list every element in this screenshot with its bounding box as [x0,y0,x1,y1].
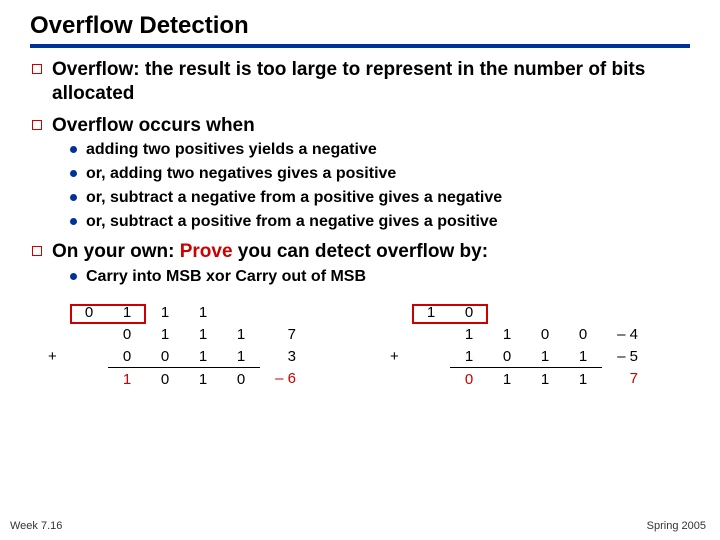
dot-icon [70,170,77,177]
bullet-on-your-own: On your own: Prove you can detect overfl… [30,240,690,264]
carry-bit: 1 [108,302,146,324]
bit: 0 [450,368,488,390]
bit: 1 [488,368,526,390]
sub-bullet: or, subtract a negative from a positive … [30,188,690,209]
sub-text: or, subtract a positive from a negative … [86,213,498,230]
carry-bit: 0 [70,302,108,324]
result-row: 0 1 1 1 7 [390,368,642,390]
dot-icon [70,194,77,201]
hollow-square-icon [32,120,42,130]
dot-icon [70,146,77,153]
footer-left: Week 7.16 [10,520,62,532]
page-title: Overflow Detection [30,12,690,40]
bullet-text: Overflow occurs when [52,115,255,136]
footer-right: Spring 2005 [647,520,706,532]
bit: 1 [222,324,260,346]
bit: 1 [526,346,564,368]
bullet-text: Overflow: the result is too large to rep… [52,59,645,104]
plus-sign: + [48,346,70,368]
operand-a-row: 1 1 0 0 – 4 [390,324,642,346]
bit: 0 [222,368,260,390]
sub-text: adding two positives yields a negative [86,141,377,158]
bit: 0 [146,346,184,368]
sub-text: or, subtract a negative from a positive … [86,189,502,206]
example-right: 1 0 1 1 0 0 – 4 + 1 0 1 1 – 5 [390,302,642,390]
sub-text: Carry into MSB xor Carry out of MSB [86,268,366,285]
dot-icon [70,218,77,225]
decimal-value: – 4 [602,324,642,346]
bit: 1 [488,324,526,346]
operand-a-row: 0 1 1 1 7 [48,324,300,346]
hollow-square-icon [32,64,42,74]
bit: 1 [184,346,222,368]
decimal-value: 7 [260,324,300,346]
sub-bullet: adding two positives yields a negative [30,140,690,161]
bit: 0 [108,324,146,346]
decimal-value: 7 [602,368,642,390]
bit: 0 [488,346,526,368]
carry-row: 0 1 1 1 [48,302,300,324]
hollow-square-icon [32,246,42,256]
bit: 1 [108,368,146,390]
bit: 1 [222,346,260,368]
bit: 0 [564,324,602,346]
own-prove: Prove [180,241,233,262]
bit: 1 [564,368,602,390]
sub-bullet: or, subtract a positive from a negative … [30,212,690,233]
sub-bullet: or, adding two negatives gives a positiv… [30,164,690,185]
bit: 0 [108,346,146,368]
plus-sign: + [390,346,412,368]
result-row: 1 0 1 0 – 6 [48,368,300,390]
dot-icon [70,273,77,280]
decimal-value: 3 [260,346,300,368]
operand-b-row: + 0 0 1 1 3 [48,346,300,368]
addition-examples: 0 1 1 1 0 1 1 1 7 + 0 0 1 1 3 [30,302,690,432]
carry-bit: 1 [184,302,222,324]
own-prefix: On your own: [52,241,180,262]
slide-footer: Week 7.16 Spring 2005 [10,520,706,532]
decimal-value: – 6 [260,368,300,390]
bullet-occurs-when: Overflow occurs when [30,114,690,138]
operand-b-row: + 1 0 1 1 – 5 [390,346,642,368]
sub-bullet-carry: Carry into MSB xor Carry out of MSB [30,267,690,288]
bit: 1 [450,346,488,368]
carry-bit: 0 [450,302,488,324]
bullet-overflow-def: Overflow: the result is too large to rep… [30,58,690,106]
title-rule [30,44,690,48]
carry-bit: 1 [146,302,184,324]
sub-text: or, adding two negatives gives a positiv… [86,165,396,182]
bit: 0 [526,324,564,346]
bit: 1 [184,368,222,390]
carry-row: 1 0 [390,302,642,324]
example-left: 0 1 1 1 0 1 1 1 7 + 0 0 1 1 3 [48,302,300,390]
bit: 1 [184,324,222,346]
bit: 1 [564,346,602,368]
own-suffix: you can detect overflow by: [233,241,489,262]
bit: 0 [146,368,184,390]
decimal-value: – 5 [602,346,642,368]
bit: 1 [526,368,564,390]
bit: 1 [146,324,184,346]
carry-bit: 1 [412,302,450,324]
bit: 1 [450,324,488,346]
